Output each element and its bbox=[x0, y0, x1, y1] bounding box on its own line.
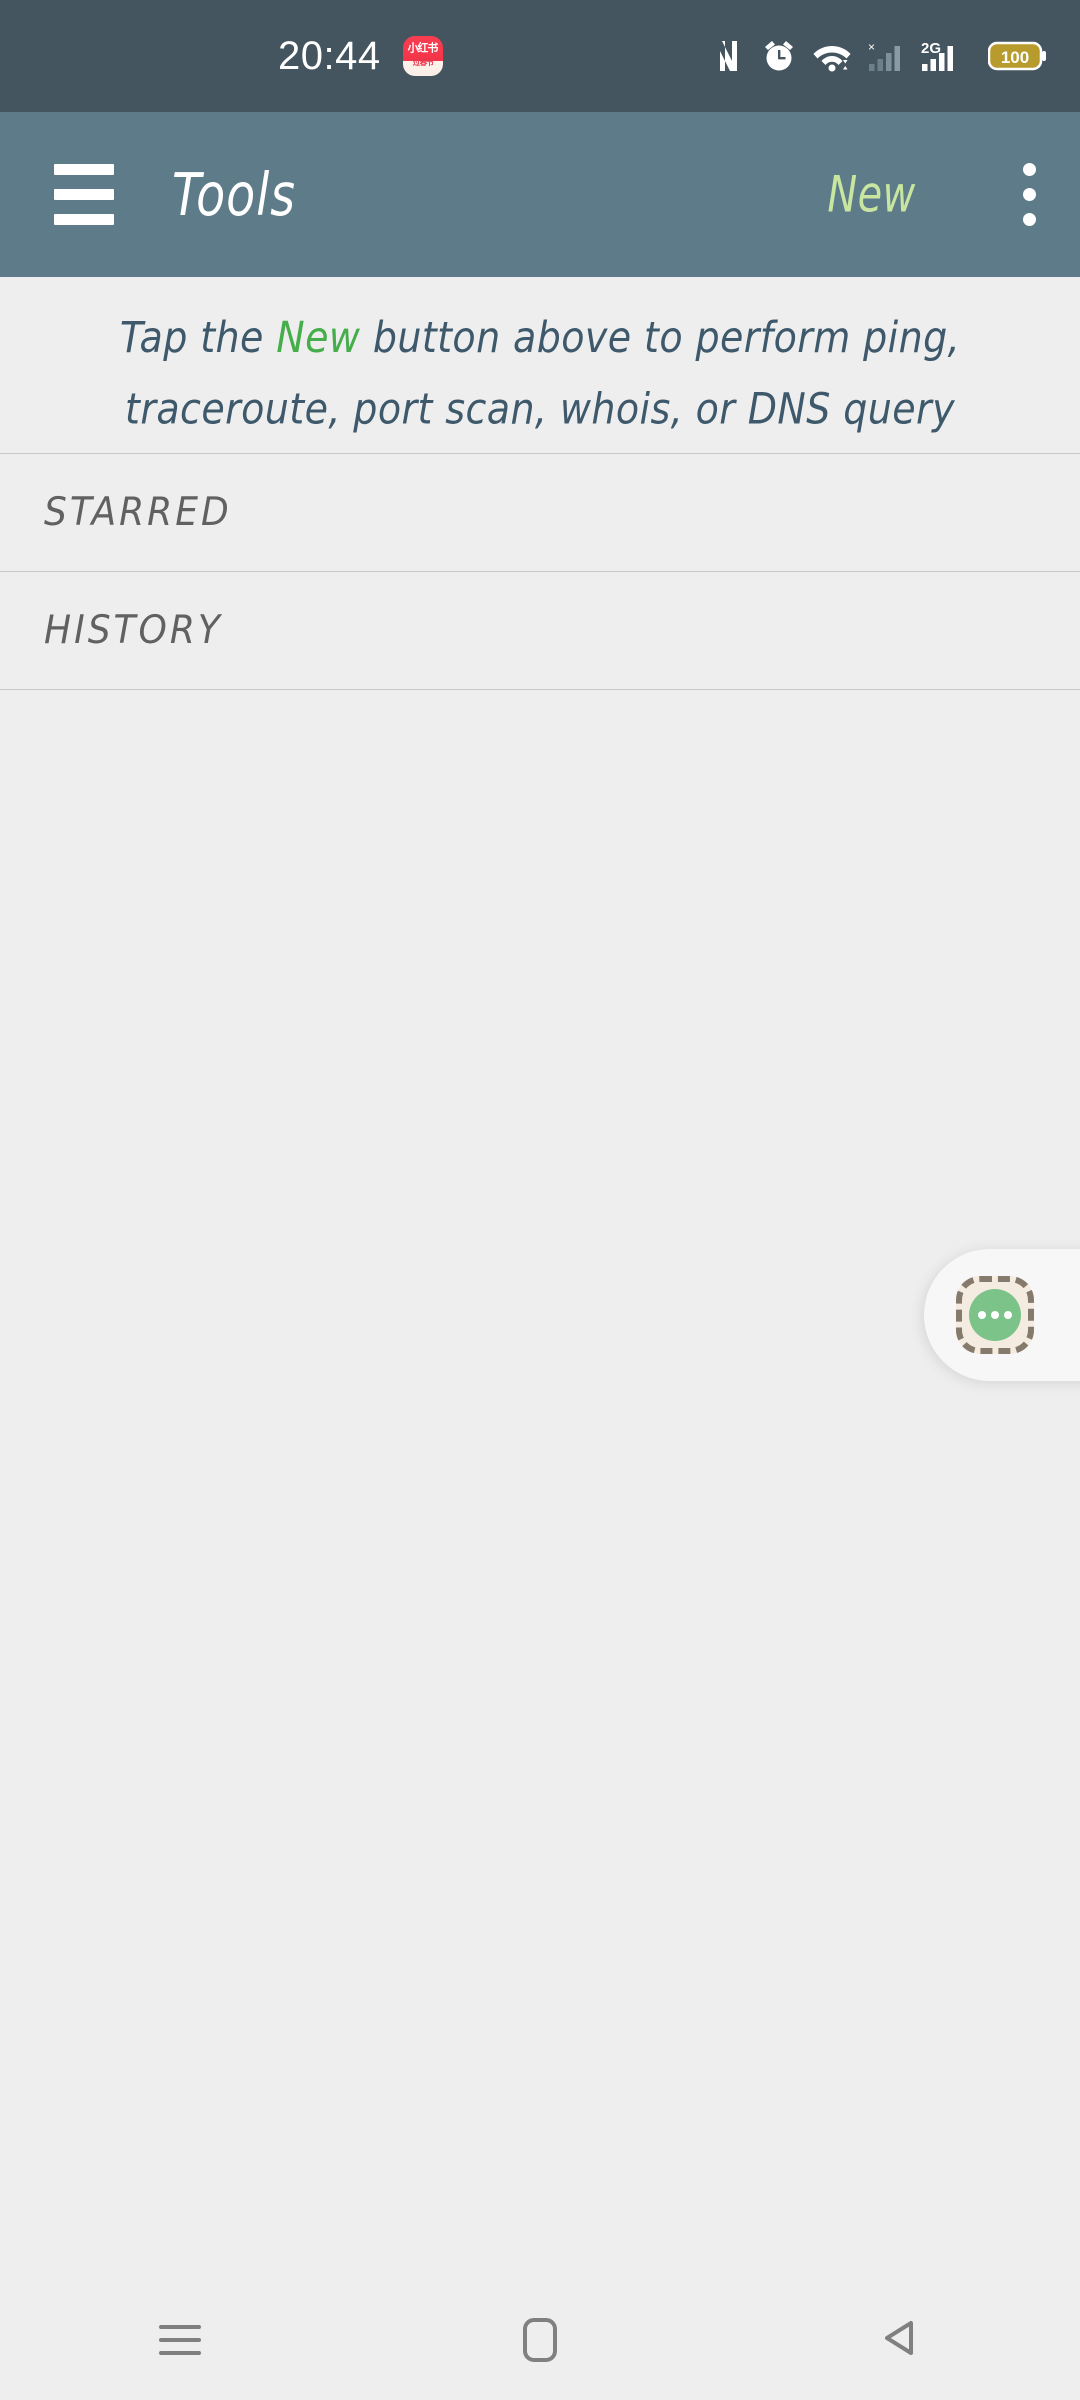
main-content: Tap the New button above to perform ping… bbox=[0, 277, 1080, 2400]
section-header-starred: STARRED bbox=[44, 489, 232, 536]
three-dots-circle-icon bbox=[969, 1289, 1021, 1341]
hint-keyword-new: New bbox=[276, 312, 361, 363]
hamburger-bar-2 bbox=[54, 189, 114, 200]
assistant-dot-2 bbox=[991, 1311, 999, 1319]
phone-screen: 20:44 小红书 过春节 × 2G 100 Tools New Tap the… bbox=[0, 0, 1080, 2400]
signal-no-service-icon: × bbox=[868, 39, 904, 73]
overflow-dot-2 bbox=[1022, 188, 1036, 201]
floating-assistant-button[interactable] bbox=[924, 1249, 1080, 1381]
nav-home-button[interactable] bbox=[470, 2280, 610, 2400]
hint-text-before: Tap the bbox=[119, 312, 277, 363]
recents-icon bbox=[159, 2325, 201, 2355]
new-button[interactable]: New bbox=[827, 166, 915, 224]
alarm-clock-icon bbox=[762, 39, 796, 73]
status-bar: 20:44 小红书 过春节 × 2G 100 bbox=[0, 0, 1080, 112]
battery-icon: 100 bbox=[988, 40, 1048, 72]
status-bar-icons: × 2G 100 bbox=[715, 0, 1052, 112]
status-bar-clock: 20:44 bbox=[278, 34, 381, 78]
svg-text:×: × bbox=[868, 40, 875, 54]
empty-state-hint: Tap the New button above to perform ping… bbox=[0, 277, 1080, 474]
history-section: HISTORY bbox=[0, 572, 1080, 690]
page-title: Tools bbox=[172, 160, 296, 229]
svg-text:2G: 2G bbox=[921, 40, 941, 57]
assistant-dot-1 bbox=[978, 1311, 986, 1319]
recents-bar-2 bbox=[159, 2338, 201, 2342]
hamburger-bar-3 bbox=[54, 214, 114, 225]
hamburger-bar-1 bbox=[54, 164, 114, 175]
overflow-dot-3 bbox=[1022, 213, 1036, 226]
nfc-icon bbox=[715, 39, 745, 73]
svg-text:100: 100 bbox=[1001, 48, 1029, 67]
assistant-frame-icon bbox=[956, 1276, 1034, 1354]
assistant-dot-3 bbox=[1004, 1311, 1012, 1319]
cellular-2g-signal-icon: 2G bbox=[921, 39, 971, 73]
xiaohongshu-line2: 过春节 bbox=[412, 58, 433, 68]
xiaohongshu-line1: 小红书 bbox=[407, 41, 439, 55]
overflow-dot-1 bbox=[1022, 163, 1036, 176]
nav-back-button[interactable] bbox=[830, 2280, 970, 2400]
android-navigation-bar bbox=[0, 2280, 1080, 2400]
wifi-icon bbox=[813, 40, 851, 72]
home-icon bbox=[523, 2318, 557, 2362]
hamburger-menu-icon[interactable] bbox=[54, 164, 114, 225]
status-bar-left: 20:44 小红书 过春节 bbox=[278, 36, 443, 76]
recents-bar-3 bbox=[159, 2351, 201, 2355]
xiaohongshu-notification-icon: 小红书 过春节 bbox=[402, 36, 443, 76]
app-bar: Tools New bbox=[0, 112, 1080, 277]
more-vertical-icon[interactable] bbox=[1002, 145, 1056, 245]
section-header-history: HISTORY bbox=[44, 607, 223, 654]
starred-section: STARRED bbox=[0, 454, 1080, 572]
back-triangle-icon bbox=[877, 2315, 923, 2365]
nav-recents-button[interactable] bbox=[110, 2280, 250, 2400]
recents-bar-1 bbox=[159, 2325, 201, 2329]
